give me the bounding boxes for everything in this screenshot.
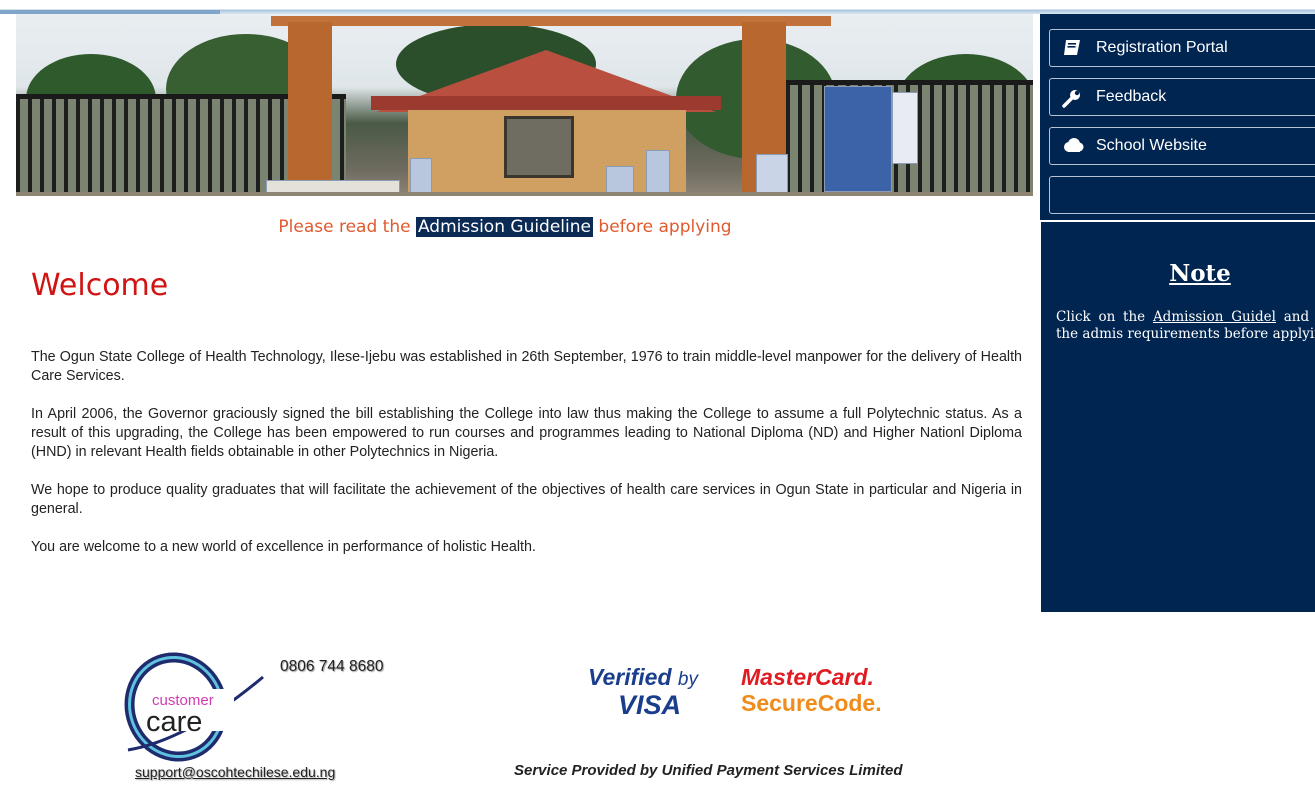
customer-care-phone: 0806 744 8680 — [280, 658, 384, 675]
wrench-icon — [1062, 88, 1084, 108]
intro-paragraph: We hope to produce quality graduates tha… — [31, 482, 1022, 517]
note-text: Click on the Admission Guidel and read t… — [1056, 309, 1315, 343]
securecode-logo: SecureCode. — [741, 690, 882, 716]
intro-paragraph: In April 2006, the Governor graciously s… — [31, 406, 1022, 460]
registration-portal-label: Registration Portal — [1096, 39, 1228, 56]
registration-portal-button[interactable]: Registration Portal — [1049, 29, 1315, 67]
admission-notice: Please read the Admission Guideline befo… — [0, 217, 1010, 237]
cloud-icon — [1062, 137, 1084, 155]
support-email-link[interactable]: support@oscohtechilese.edu.ng — [135, 764, 335, 780]
intro-text: The Ogun State College of Health Technol… — [31, 348, 1022, 576]
feedback-label: Feedback — [1096, 88, 1167, 105]
note-panel: Note Click on the Admission Guidel and r… — [1041, 222, 1315, 612]
admission-guideline-link[interactable]: Admission Guideline — [415, 217, 593, 237]
note-text-before: Click on the — [1056, 309, 1153, 325]
notice-before: Please read the — [278, 217, 416, 237]
payment-service-note: Service Provided by Unified Payment Serv… — [514, 762, 903, 779]
note-title: Note — [1169, 260, 1231, 287]
intro-paragraph: The Ogun State College of Health Technol… — [31, 349, 1022, 384]
verified-by-visa-logo: Verified by — [588, 664, 698, 691]
feedback-button[interactable]: Feedback — [1049, 78, 1315, 116]
empty-sidebar-button[interactable] — [1049, 176, 1315, 214]
verified-by-visa-line1: Verified — [588, 664, 672, 690]
banner-image — [16, 14, 1033, 196]
customer-care-logo: customer care — [118, 645, 268, 765]
mastercard-logo: MasterCard. — [741, 664, 874, 690]
welcome-heading: Welcome — [31, 268, 169, 303]
book-icon — [1062, 39, 1084, 57]
verified-by-visa-by: by — [677, 669, 698, 690]
admission-guideline-note-link[interactable]: Admission Guidel — [1153, 309, 1276, 325]
svg-text:care: care — [146, 706, 202, 738]
notice-after: before applying — [593, 217, 732, 237]
school-website-button[interactable]: School Website — [1049, 127, 1315, 165]
school-website-label: School Website — [1096, 137, 1207, 154]
intro-paragraph: You are welcome to a new world of excell… — [31, 539, 536, 555]
visa-wordmark: VISA — [618, 690, 682, 720]
